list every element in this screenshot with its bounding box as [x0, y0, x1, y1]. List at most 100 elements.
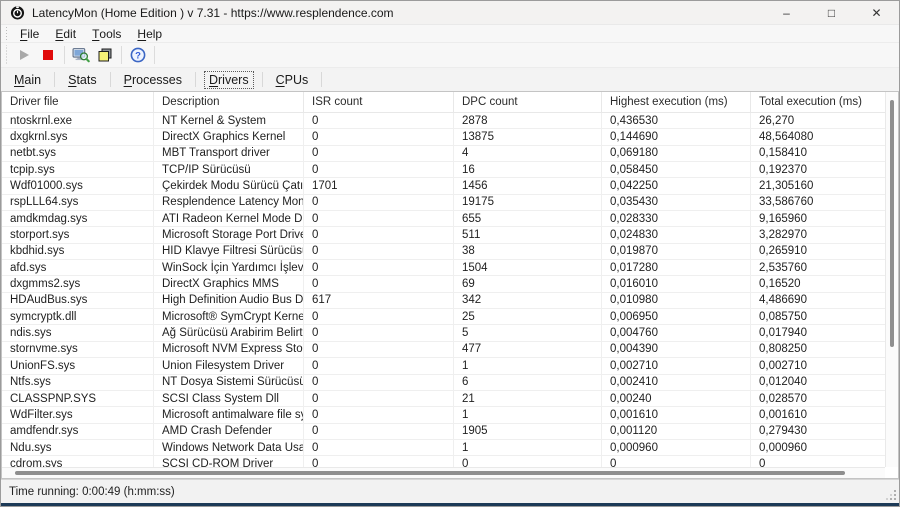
table-cell: 0,16520: [751, 276, 885, 291]
toolbar-gripper[interactable]: [4, 45, 8, 64]
column-header-highest-execution-ms-[interactable]: Highest execution (ms): [602, 92, 751, 112]
table-cell: 0,001610: [751, 407, 885, 422]
table-cell: 13875: [454, 129, 602, 144]
table-cell: symcryptk.dll: [2, 309, 154, 324]
table-cell: 0,017280: [602, 260, 751, 275]
table-row[interactable]: storport.sysMicrosoft Storage Port Drive…: [2, 227, 885, 243]
table-cell: Wdf01000.sys: [2, 178, 154, 193]
table-cell: 0: [304, 211, 454, 226]
tab-cpus[interactable]: CPUs: [272, 72, 313, 88]
table-cell: 0,058450: [602, 162, 751, 177]
table-cell: 2,535760: [751, 260, 885, 275]
table-cell: ndis.sys: [2, 325, 154, 340]
horizontal-scrollbar-thumb[interactable]: [15, 471, 845, 475]
table-cell: NT Kernel & System: [154, 113, 304, 128]
app-icon stopwatch-icon: [10, 5, 25, 20]
column-header-driver-file[interactable]: Driver file: [2, 92, 154, 112]
analyze-button[interactable]: [69, 44, 93, 66]
table-cell: NT Dosya Sistemi Sürücüsü: [154, 375, 304, 390]
close-button[interactable]: ✕: [854, 1, 899, 24]
table-cell: 0,028570: [751, 391, 885, 406]
cascade-windows-button[interactable]: [93, 44, 117, 66]
table-cell: 25: [454, 309, 602, 324]
table-cell: Çekirdek Modu Sürücü Çatısı …: [154, 178, 304, 193]
table-cell: dxgmms2.sys: [2, 276, 154, 291]
column-header-isr-count[interactable]: ISR count: [304, 92, 454, 112]
table-cell: 0,158410: [751, 146, 885, 161]
tab-drivers[interactable]: Drivers: [205, 72, 253, 88]
table-cell: 0,004390: [602, 342, 751, 357]
table-row[interactable]: WdFilter.sysMicrosoft antimalware file s…: [2, 407, 885, 423]
table-row[interactable]: amdkmdag.sysATI Radeon Kernel Mode Drive…: [2, 211, 885, 227]
toolbar-gripper[interactable]: [4, 27, 8, 41]
table-cell: 0,028330: [602, 211, 751, 226]
table-row[interactable]: amdfendr.sysAMD Crash Defender019050,001…: [2, 424, 885, 440]
table-cell: amdkmdag.sys: [2, 211, 154, 226]
table-row[interactable]: Ndu.sysWindows Network Data Usag…010,000…: [2, 440, 885, 456]
table-row[interactable]: dxgmms2.sysDirectX Graphics MMS0690,0160…: [2, 276, 885, 292]
table-cell: stornvme.sys: [2, 342, 154, 357]
table-row[interactable]: rspLLL64.sysResplendence Latency Monit…0…: [2, 195, 885, 211]
maximize-button[interactable]: □: [809, 1, 854, 24]
table-cell: 0: [602, 456, 751, 467]
table-cell: 0: [304, 358, 454, 373]
table-row[interactable]: stornvme.sysMicrosoft NVM Express Storp……: [2, 342, 885, 358]
table-cell: 4,486690: [751, 293, 885, 308]
tab-stats[interactable]: Stats: [64, 72, 101, 88]
vertical-scrollbar-thumb[interactable]: [890, 100, 894, 348]
table-cell: 6: [454, 375, 602, 390]
table-cell: TCP/IP Sürücüsü: [154, 162, 304, 177]
table-cell: 0,016010: [602, 276, 751, 291]
table-cell: 0: [304, 195, 454, 210]
table-cell: amdfendr.sys: [2, 424, 154, 439]
table-row[interactable]: symcryptk.dllMicrosoft® SymCrypt Kernel …: [2, 309, 885, 325]
table-cell: 0,002710: [602, 358, 751, 373]
table-cell: UnionFS.sys: [2, 358, 154, 373]
table-cell: 69: [454, 276, 602, 291]
table-cell: 1504: [454, 260, 602, 275]
table-cell: 1: [454, 358, 602, 373]
menu-item-tools[interactable]: Tools: [84, 25, 129, 42]
stop-monitor-button[interactable]: [36, 44, 60, 66]
statusbar: Time running: 0:00:49 (h:mm:ss): [1, 479, 899, 503]
table-cell: 0,144690: [602, 129, 751, 144]
table-row[interactable]: kbdhid.sysHID Klavye Filtresi Sürücüsü03…: [2, 244, 885, 260]
table-cell: 0,279430: [751, 424, 885, 439]
help-button[interactable]: ?: [126, 44, 150, 66]
tab-separator: [54, 72, 55, 87]
resize-grip-icon[interactable]: [885, 489, 897, 501]
table-row[interactable]: Wdf01000.sysÇekirdek Modu Sürücü Çatısı …: [2, 178, 885, 194]
table-row[interactable]: ntoskrnl.exeNT Kernel & System028780,436…: [2, 113, 885, 129]
minimize-button[interactable]: –: [764, 1, 809, 24]
table-row[interactable]: ndis.sysAğ Sürücüsü Arabirim Belirtim…05…: [2, 325, 885, 341]
table-row[interactable]: tcpip.sysTCP/IP Sürücüsü0160,0584500,192…: [2, 162, 885, 178]
toolbar-separator: [121, 46, 122, 64]
table-row[interactable]: HDAudBus.sysHigh Definition Audio Bus Dr…: [2, 293, 885, 309]
table-cell: 0: [304, 162, 454, 177]
table-row[interactable]: cdrom.sysSCSI CD-ROM Driver0000: [2, 456, 885, 467]
table-cell: 617: [304, 293, 454, 308]
run-monitor-button[interactable]: [12, 44, 36, 66]
table-row[interactable]: netbt.sysMBT Transport driver040,0691800…: [2, 146, 885, 162]
horizontal-scrollbar[interactable]: [2, 467, 885, 478]
menu-item-edit[interactable]: Edit: [47, 25, 84, 42]
table-cell: 0,002410: [602, 375, 751, 390]
table-row[interactable]: UnionFS.sysUnion Filesystem Driver010,00…: [2, 358, 885, 374]
menu-item-file[interactable]: File: [12, 25, 47, 42]
column-header-description[interactable]: Description: [154, 92, 304, 112]
menu-item-help[interactable]: Help: [129, 25, 170, 42]
tab-main[interactable]: Main: [10, 72, 45, 88]
table-cell: 0: [454, 456, 602, 467]
vertical-scrollbar[interactable]: [885, 92, 898, 467]
table-cell: rspLLL64.sys: [2, 195, 154, 210]
table-row[interactable]: CLASSPNP.SYSSCSI Class System Dll0210,00…: [2, 391, 885, 407]
table-row[interactable]: Ntfs.sysNT Dosya Sistemi Sürücüsü060,002…: [2, 375, 885, 391]
driver-table-header: Driver fileDescriptionISR countDPC count…: [2, 92, 885, 113]
tab-processes[interactable]: Processes: [120, 72, 186, 88]
column-header-dpc-count[interactable]: DPC count: [454, 92, 602, 112]
table-row[interactable]: dxgkrnl.sysDirectX Graphics Kernel013875…: [2, 129, 885, 145]
table-cell: 0: [304, 276, 454, 291]
column-header-total-execution-ms-[interactable]: Total execution (ms): [751, 92, 885, 112]
table-row[interactable]: afd.sysWinSock İçin Yardımcı İşlev Sü…01…: [2, 260, 885, 276]
table-cell: 655: [454, 211, 602, 226]
